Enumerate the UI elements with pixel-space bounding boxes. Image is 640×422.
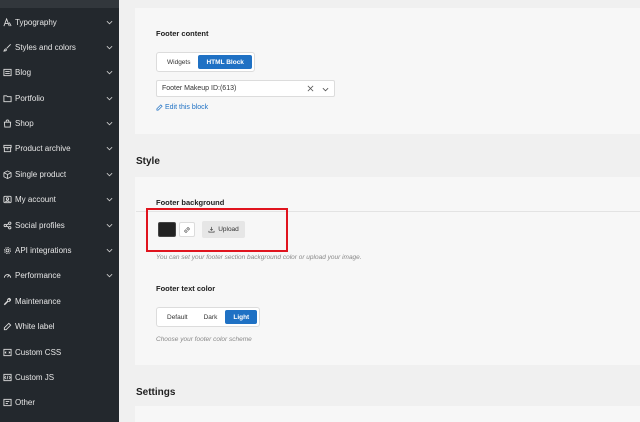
style-section-title: Style — [136, 156, 160, 167]
css-icon — [3, 348, 12, 357]
footer-background-hint: You can set your footer section backgrou… — [156, 254, 362, 261]
sidebar-item-performance[interactable]: Performance — [0, 263, 119, 288]
sidebar-item-custom-css[interactable]: Custom CSS — [0, 340, 119, 365]
chevron-down-icon — [106, 172, 113, 177]
sidebar-item-my-account[interactable]: My account — [0, 187, 119, 212]
sidebar-item-label: White label — [15, 322, 55, 331]
sidebar-item-shop[interactable]: Shop — [0, 111, 119, 136]
sidebar-item-label: Social profiles — [15, 221, 65, 230]
sidebar-item-label: Portfolio — [15, 94, 45, 103]
html-block-option[interactable]: HTML Block — [198, 55, 252, 69]
edit-block-label: Edit this block — [165, 104, 209, 111]
chevron-down-icon — [106, 273, 113, 278]
pen-icon — [3, 322, 12, 331]
sidebar-item-styles-and-colors[interactable]: Styles and colors — [0, 35, 119, 60]
sidebar-item-label: Other — [15, 398, 36, 407]
footer-text-color-hint: Choose your footer color scheme — [156, 336, 252, 343]
portfolio-icon — [3, 94, 12, 103]
chevron-down-icon — [106, 146, 113, 151]
edit-block-link[interactable]: Edit this block — [156, 104, 208, 111]
sidebar-item-blog[interactable]: Blog — [0, 60, 119, 85]
chevron-down-icon — [106, 223, 113, 228]
sidebar-item-label: Maintenance — [15, 297, 61, 306]
sidebar-item-white-label[interactable]: White label — [0, 314, 119, 339]
settings-section-title: Settings — [136, 387, 176, 398]
account-icon — [3, 195, 12, 204]
sidebar-item-label: Single product — [15, 170, 67, 179]
settings-panel — [135, 406, 640, 422]
html-block-select-value: Footer Makeup ID:(613) — [162, 85, 237, 92]
sidebar-item-label: Custom CSS — [15, 348, 62, 357]
dark-option[interactable]: Dark — [196, 310, 226, 324]
chevron-down-icon — [106, 121, 113, 126]
sidebar-item-other[interactable]: Other — [0, 390, 119, 415]
close-icon[interactable] — [307, 85, 314, 92]
sidebar-top-strip — [0, 0, 119, 8]
footer-text-color-label: Footer text color — [156, 284, 216, 293]
sidebar-item-maintenance[interactable]: Maintenance — [0, 289, 119, 314]
sidebar-item-product-archive[interactable]: Product archive — [0, 136, 119, 161]
edit-icon — [156, 104, 163, 111]
archive-icon — [3, 144, 12, 153]
footer-background-label: Footer background — [156, 198, 225, 207]
typography-icon — [3, 18, 12, 27]
chevron-down-icon — [106, 20, 113, 25]
sidebar-item-label: API integrations — [15, 246, 72, 255]
performance-icon — [3, 271, 12, 280]
sidebar-item-label: Custom JS — [15, 373, 55, 382]
sidebar-item-label: Performance — [15, 271, 61, 280]
chevron-down-icon — [106, 197, 113, 202]
sidebar-item-label: My account — [15, 195, 56, 204]
html-block-select[interactable]: Footer Makeup ID:(613) — [156, 80, 335, 97]
chevron-down-icon[interactable] — [322, 86, 329, 93]
light-option[interactable]: Light — [225, 310, 258, 324]
sidebar-item-label: Product archive — [15, 144, 71, 153]
annotation-highlight-box — [146, 208, 288, 252]
sidebar-item-custom-js[interactable]: Custom JS — [0, 365, 119, 390]
sidebar-item-label: Shop — [15, 119, 34, 128]
other-icon — [3, 398, 12, 407]
footer-content-label: Footer content — [156, 29, 209, 38]
sidebar-item-api-integrations[interactable]: API integrations — [0, 238, 119, 263]
brush-icon — [3, 43, 12, 52]
product-icon — [3, 170, 12, 179]
sidebar-item-label: Typography — [15, 18, 57, 27]
wrench-icon — [3, 297, 12, 306]
default-option[interactable]: Default — [159, 310, 196, 324]
chevron-down-icon — [106, 70, 113, 75]
sidebar-item-label: Blog — [15, 68, 32, 77]
sidebar-item-label: Styles and colors — [15, 43, 76, 52]
footer-content-toggle: Widgets HTML Block — [156, 52, 255, 72]
js-icon — [3, 373, 12, 382]
social-icon — [3, 221, 12, 230]
chevron-down-icon — [106, 248, 113, 253]
sidebar-item-typography[interactable]: Typography — [0, 10, 119, 35]
chevron-down-icon — [106, 45, 113, 50]
widgets-option[interactable]: Widgets — [159, 55, 198, 69]
sidebar-item-single-product[interactable]: Single product — [0, 162, 119, 187]
sidebar-item-social-profiles[interactable]: Social profiles — [0, 213, 119, 238]
shop-icon — [3, 119, 12, 128]
chevron-down-icon — [106, 96, 113, 101]
sidebar: Typography Styles and colors Blog Portfo… — [0, 0, 119, 422]
footer-text-color-toggle: Default Dark Light — [156, 307, 261, 327]
gear-icon — [3, 246, 12, 255]
blog-icon — [3, 68, 12, 77]
sidebar-item-portfolio[interactable]: Portfolio — [0, 86, 119, 111]
